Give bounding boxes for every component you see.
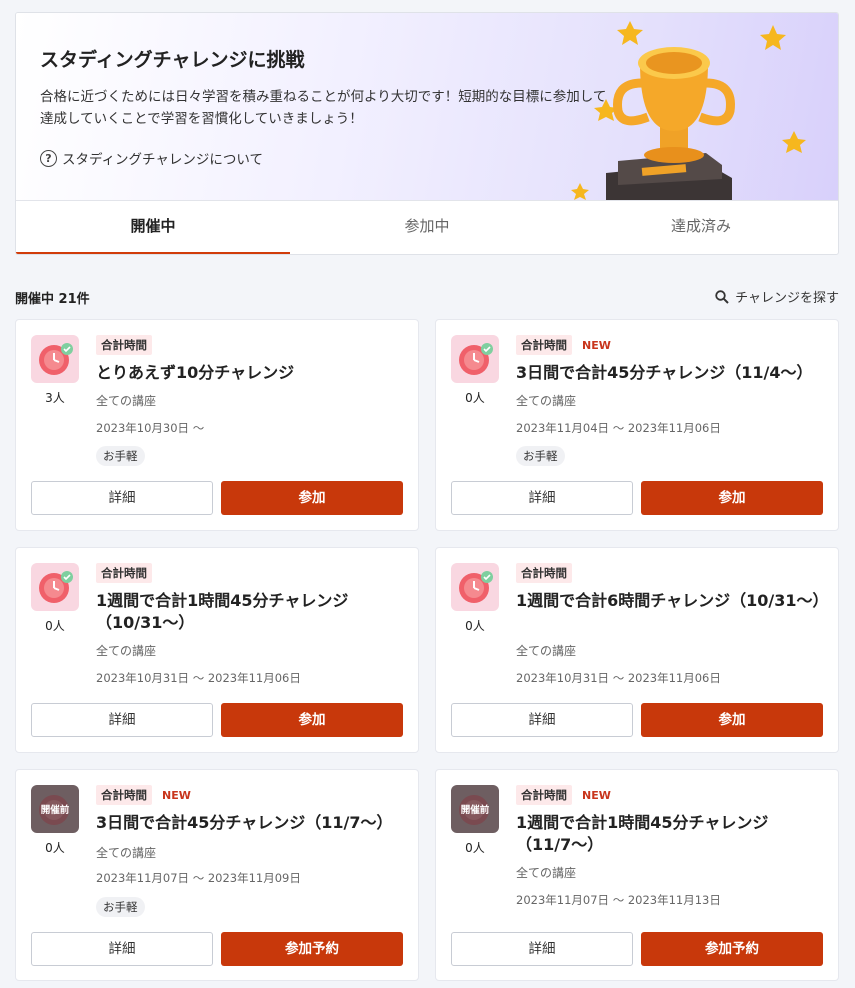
detail-button[interactable]: 詳細: [451, 932, 633, 966]
category-tag: 合計時間: [96, 785, 152, 805]
challenge-thumbnail: 開催前: [451, 785, 499, 833]
category-tag: 合計時間: [96, 563, 152, 583]
challenge-card: 0人 合計時間 1週間で合計1時間45分チャレンジ（10/31〜） 全ての講座 …: [15, 547, 419, 753]
category-tag: 合計時間: [516, 785, 572, 805]
challenge-card: 開催前 0人 合計時間 NEW 3日間で合計45分チャレンジ（11/7〜） 全て…: [15, 769, 419, 981]
challenge-title: 1週間で合計6時間チャレンジ（10/31〜）: [516, 591, 829, 610]
before-start-label: 開催前: [40, 805, 70, 816]
tab-participating[interactable]: 参加中: [290, 201, 564, 254]
clock-icon: [459, 343, 493, 375]
challenge-card: 3人 合計時間 とりあえず10分チャレンジ 全ての講座 2023年10月30日 …: [15, 319, 419, 531]
challenge-title: 3日間で合計45分チャレンジ（11/7〜）: [96, 813, 393, 832]
participant-count: 0人: [45, 619, 65, 633]
reserve-button[interactable]: 参加予約: [641, 932, 823, 966]
challenge-hero: スタディングチャレンジに挑戦 合格に近づくためには日々学習を積み重ねることが何よ…: [15, 12, 839, 255]
join-button[interactable]: 参加: [641, 703, 823, 737]
join-button[interactable]: 参加: [641, 481, 823, 515]
challenge-title: とりあえず10分チャレンジ: [96, 363, 295, 382]
reserve-button[interactable]: 参加予約: [221, 932, 403, 966]
challenge-tabs: 開催中 参加中 達成済み: [16, 200, 838, 254]
challenge-thumbnail: [451, 563, 499, 611]
search-icon: [715, 289, 729, 304]
new-badge: NEW: [162, 788, 191, 802]
participant-count: 0人: [465, 619, 485, 633]
clock-icon: [459, 571, 493, 603]
clock-icon: [39, 571, 73, 603]
join-button[interactable]: 参加: [221, 481, 403, 515]
participant-count: 3人: [45, 391, 65, 405]
challenge-course: 全ての講座: [96, 394, 157, 408]
challenge-dates: 2023年10月30日 〜: [96, 421, 205, 435]
challenge-course: 全ての講座: [96, 846, 157, 860]
challenge-dates: 2023年11月07日 〜 2023年11月09日: [96, 871, 301, 885]
easy-badge: お手軽: [516, 446, 565, 466]
tab-ongoing[interactable]: 開催中: [16, 201, 290, 254]
about-challenge-link[interactable]: ? スタディングチャレンジについて: [40, 148, 263, 168]
join-button[interactable]: 参加: [221, 703, 403, 737]
easy-badge: お手軽: [96, 897, 145, 917]
challenge-course: 全ての講座: [516, 644, 577, 658]
challenge-thumbnail: [451, 335, 499, 383]
detail-button[interactable]: 詳細: [31, 481, 213, 515]
challenge-title: 1週間で合計1時間45分チャレンジ（11/7〜）: [516, 813, 769, 854]
easy-badge: お手軽: [96, 446, 145, 466]
challenge-dates: 2023年10月31日 〜 2023年11月06日: [516, 671, 721, 685]
search-challenge-label: チャレンジを探す: [735, 291, 839, 306]
about-challenge-label: スタディングチャレンジについて: [62, 152, 264, 168]
challenge-dates: 2023年10月31日 〜 2023年11月06日: [96, 671, 301, 685]
before-start-label: 開催前: [460, 805, 490, 816]
challenge-title: 1週間で合計1時間45分チャレンジ（10/31〜）: [96, 591, 349, 632]
category-tag: 合計時間: [516, 563, 572, 583]
new-badge: NEW: [582, 338, 611, 352]
trophy-illustration: [571, 21, 806, 200]
challenge-thumbnail: [31, 563, 79, 611]
result-count: 開催中 21件: [15, 292, 90, 307]
clock-icon: [39, 343, 73, 375]
detail-button[interactable]: 詳細: [451, 481, 633, 515]
challenge-dates: 2023年11月04日 〜 2023年11月06日: [516, 421, 721, 435]
participant-count: 0人: [45, 841, 65, 855]
detail-button[interactable]: 詳細: [451, 703, 633, 737]
detail-button[interactable]: 詳細: [31, 932, 213, 966]
challenge-card: 0人 合計時間 NEW 3日間で合計45分チャレンジ（11/4〜） 全ての講座 …: [435, 319, 839, 531]
tab-achieved[interactable]: 達成済み: [564, 201, 838, 254]
challenge-course: 全ての講座: [516, 866, 577, 880]
challenge-course: 全ての講座: [96, 644, 157, 658]
participant-count: 0人: [465, 391, 485, 405]
challenge-card: 開催前 0人 合計時間 NEW 1週間で合計1時間45分チャレンジ（11/7〜）…: [435, 769, 839, 981]
detail-button[interactable]: 詳細: [31, 703, 213, 737]
category-tag: 合計時間: [516, 335, 572, 355]
new-badge: NEW: [582, 788, 611, 802]
challenge-dates: 2023年11月07日 〜 2023年11月13日: [516, 893, 721, 907]
challenge-title: 3日間で合計45分チャレンジ（11/4〜）: [516, 363, 813, 382]
challenge-course: 全ての講座: [516, 394, 577, 408]
hero-description: 合格に近づくためには日々学習を積み重ねることが何より大切です！短期的な目標に参加…: [40, 89, 607, 127]
help-icon: ?: [40, 149, 57, 167]
challenge-thumbnail: [31, 335, 79, 383]
challenge-card: 0人 合計時間 1週間で合計6時間チャレンジ（10/31〜） 全ての講座 202…: [435, 547, 839, 753]
category-tag: 合計時間: [96, 335, 152, 355]
page-title: スタディングチャレンジに挑戦: [40, 49, 305, 71]
participant-count: 0人: [465, 841, 485, 855]
search-challenge-link[interactable]: チャレンジを探す: [715, 287, 839, 306]
challenge-thumbnail: 開催前: [31, 785, 79, 833]
hero-banner: スタディングチャレンジに挑戦 合格に近づくためには日々学習を積み重ねることが何よ…: [16, 13, 838, 200]
